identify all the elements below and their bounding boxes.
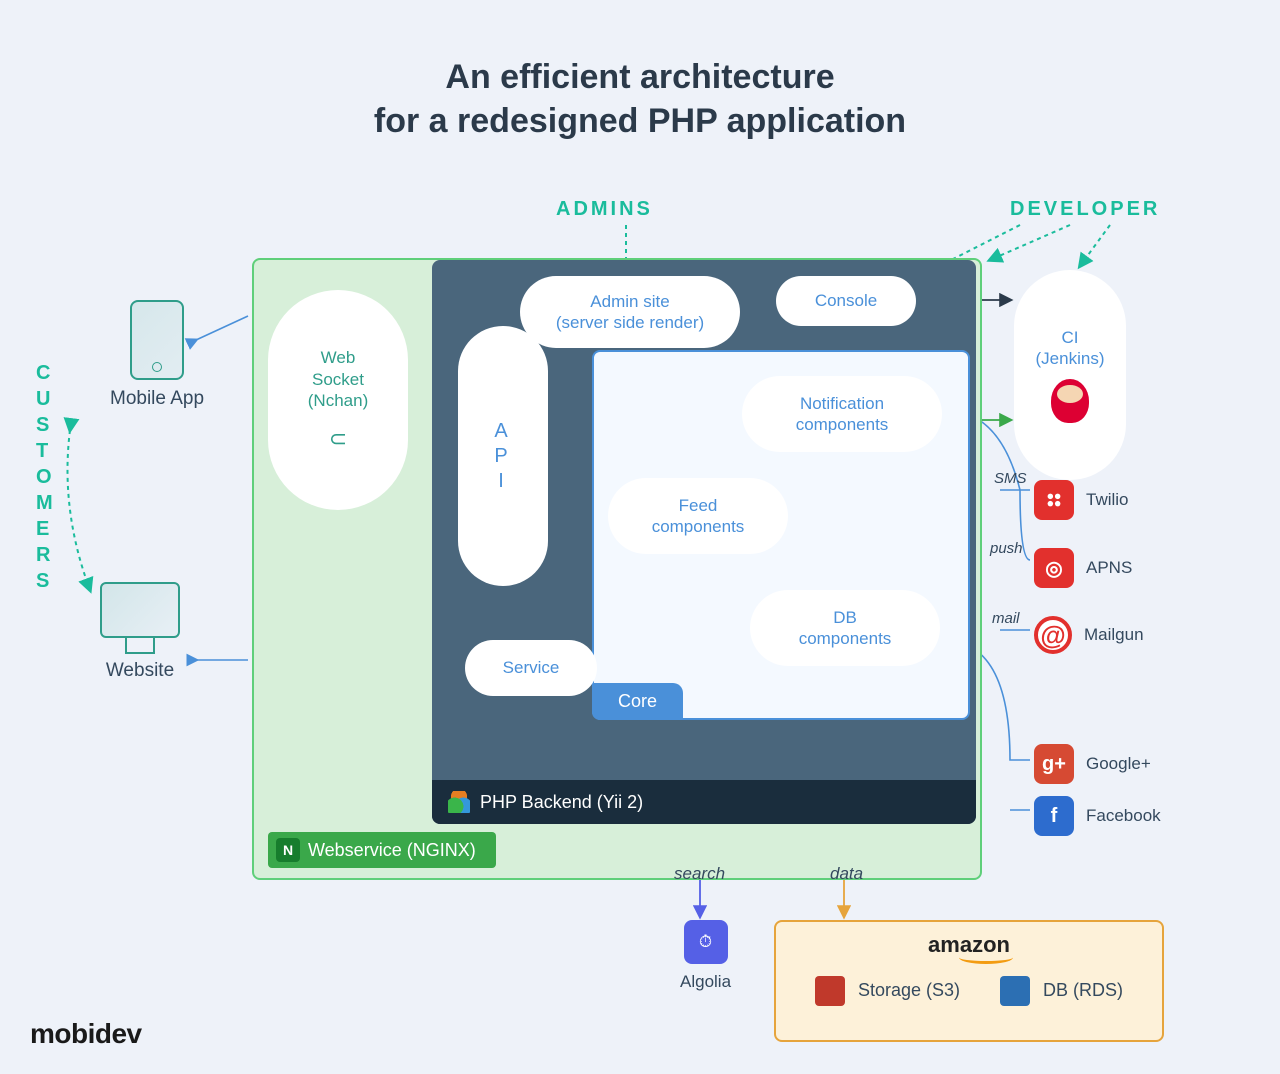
s3-label: Storage (S3) [858, 980, 960, 1000]
node-websocket: Web Socket (Nchan) ⊂ [268, 290, 408, 510]
client-mobile: Mobile App [110, 300, 204, 410]
ext-algolia: ⏱ Algolia [680, 920, 731, 992]
core-label: Core [592, 683, 683, 720]
mailgun-label: Mailgun [1084, 625, 1144, 645]
role-admins: ADMINS [556, 198, 653, 221]
websocket-l1: Web [308, 347, 368, 368]
php-label: PHP Backend (Yii 2) [480, 792, 643, 813]
algolia-icon: ⏱ [684, 920, 728, 964]
db-l1: DB [799, 607, 892, 628]
nginx-icon: N [276, 838, 300, 862]
diagram-title: An efficient architecture for a redesign… [0, 0, 1280, 143]
nginx-text: Webservice (NGINX) [308, 840, 476, 861]
feed-l1: Feed [652, 495, 745, 516]
twilio-label: Twilio [1086, 490, 1129, 510]
brand-logo: mobidev [30, 1018, 142, 1050]
apns-icon: ◎ [1034, 548, 1074, 588]
algolia-label: Algolia [680, 972, 731, 992]
node-api: API [458, 326, 548, 586]
desktop-icon [100, 582, 180, 638]
node-notification: Notification components [742, 376, 942, 452]
ci-l1: CI [1036, 327, 1105, 348]
ext-twilio: Twilio [1034, 480, 1129, 520]
google-plus-icon: g+ [1034, 744, 1074, 784]
facebook-label: Facebook [1086, 806, 1161, 826]
client-website-label: Website [100, 660, 180, 682]
feed-l2: components [652, 516, 745, 537]
nginx-label: N Webservice (NGINX) [268, 832, 496, 868]
note-data: data [830, 864, 863, 884]
client-mobile-label: Mobile App [110, 388, 204, 410]
ext-apns: ◎ APNS [1034, 548, 1132, 588]
aws-s3: Storage (S3) [815, 976, 960, 1006]
note-sms: SMS [994, 470, 1027, 487]
ext-google: g+ Google+ [1034, 744, 1151, 784]
note-push: push [990, 540, 1023, 557]
jenkins-icon [1051, 379, 1089, 423]
php-footer: PHP Backend (Yii 2) [432, 780, 976, 824]
title-line-1: An efficient architecture [445, 58, 834, 96]
rds-label: DB (RDS) [1043, 980, 1123, 1000]
container-amazon: amazon Storage (S3) DB (RDS) [774, 920, 1164, 1042]
amazon-title: amazon [792, 932, 1146, 958]
mailgun-icon: @ [1034, 616, 1072, 654]
notif-l1: Notification [796, 393, 889, 414]
admin-l1: Admin site [556, 291, 704, 312]
yii-icon [448, 791, 470, 813]
node-service: Service [465, 640, 597, 696]
apns-label: APNS [1086, 558, 1132, 578]
twilio-icon [1034, 480, 1074, 520]
node-admin-site: Admin site (server side render) [520, 276, 740, 348]
node-console: Console [776, 276, 916, 326]
db-l2: components [799, 628, 892, 649]
mobile-icon [130, 300, 184, 380]
admin-l2: (server side render) [556, 312, 704, 333]
facebook-icon: f [1034, 796, 1074, 836]
role-customers: CUSTOMERS [36, 360, 54, 594]
ext-mailgun: @ Mailgun [1034, 616, 1144, 654]
node-db-components: DB components [750, 590, 940, 666]
rds-icon [1000, 976, 1030, 1006]
websocket-l2: Socket [308, 369, 368, 390]
node-ci-jenkins: CI (Jenkins) [1014, 270, 1126, 480]
ext-facebook: f Facebook [1034, 796, 1161, 836]
title-line-2: for a redesigned PHP application [374, 102, 906, 140]
notif-l2: components [796, 414, 889, 435]
nchan-icon: ⊂ [308, 425, 368, 453]
ci-l2: (Jenkins) [1036, 348, 1105, 369]
node-feed: Feed components [608, 478, 788, 554]
note-mail: mail [992, 610, 1020, 627]
websocket-l3: (Nchan) [308, 390, 368, 411]
s3-icon [815, 976, 845, 1006]
google-label: Google+ [1086, 754, 1151, 774]
aws-rds: DB (RDS) [1000, 976, 1123, 1006]
role-developer: DEVELOPER [1010, 198, 1160, 221]
note-search: search [674, 864, 725, 884]
client-website: Website [100, 582, 180, 682]
